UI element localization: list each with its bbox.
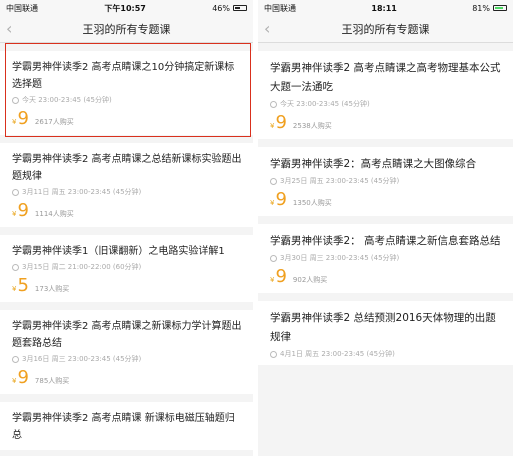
page-title: 王羽的所有专题课 (341, 23, 430, 36)
course-title: 学霸男神伴读季1（旧课翻新）之电路实验详解1 (12, 246, 225, 257)
battery-percent: 81% (472, 3, 490, 13)
course-title: 学霸男神伴读季2 高考点睛课之新课标力学计算题出题套路总结 (12, 321, 242, 349)
course-time: 4月1日 周五 23:00-23:45 (45分钟) (280, 350, 395, 358)
course-card[interactable]: 学霸男神伴读季2：高考点睛课之大图像综合 3月25日 周五 23:00-23:4… (258, 147, 513, 216)
back-chevron-icon[interactable]: ‹ (264, 19, 270, 38)
battery-fill (495, 7, 504, 9)
page-title: 王羽的所有专题课 (82, 23, 171, 36)
course-time: 3月30日 周三 23:00-23:45 (45分钟) (280, 254, 400, 262)
status-bar: 中国联通 18:11 81% (258, 0, 513, 16)
course-card[interactable]: 学霸男神伴读季2： 高考点睛课之新信息套路总结 3月30日 周三 23:00-2… (258, 224, 513, 293)
course-time: 3月11日 周五 23:00-23:45 (45分钟) (22, 188, 142, 196)
course-time: 今天 23:00-23:45 (45分钟) (280, 100, 370, 108)
course-time: 3月25日 周五 23:00-23:45 (45分钟) (280, 177, 400, 185)
yen-icon: ¥ (12, 285, 17, 293)
right-phone-screen: 中国联通 18:11 81% ‹ 王羽的所有专题课 学霸男神伴读季2 高考点睛课… (258, 0, 513, 456)
yen-icon: ¥ (270, 276, 275, 284)
course-price: 9 (275, 266, 287, 287)
course-time: 3月15日 周二 21:00-22:00 (60分钟) (22, 263, 142, 271)
course-title: 学霸男神伴读季2 总结预测2016天体物理的出题规律 (270, 312, 496, 343)
status-time: 下午10:57 (104, 3, 146, 13)
status-bar: 中国联通 下午10:57 46% (0, 0, 253, 16)
back-chevron-icon[interactable]: ‹ (6, 19, 12, 38)
battery-fill (235, 7, 240, 9)
status-time: 18:11 (371, 3, 397, 13)
course-time: 3月16日 周三 23:00-23:45 (45分钟) (22, 355, 142, 363)
course-card[interactable]: 学霸男神伴读季1（旧课翻新）之电路实验详解1 3月15日 周二 21:00-22… (0, 235, 253, 302)
course-title: 学霸男神伴读季2： 高考点睛课之新信息套路总结 (270, 235, 501, 247)
buyer-count: 1114人购买 (34, 210, 74, 218)
course-card[interactable]: 学霸男神伴读季2 高考点睛课之高考物理基本公式大题一法通吃 今天 23:00-2… (258, 51, 513, 139)
course-title: 学霸男神伴读季2：高考点睛课之大图像综合 (270, 158, 477, 170)
clock-icon (270, 350, 277, 358)
buyer-count: 2538人购买 (292, 122, 332, 130)
course-title: 学霸男神伴读季2 高考点睛课之高考物理基本公式大题一法通吃 (270, 62, 501, 93)
clock-icon (270, 254, 277, 262)
buyer-count: 785人购买 (34, 377, 70, 385)
course-card[interactable]: 学霸男神伴读季2 高考点睛课 新课标电磁压轴题归总 (0, 402, 253, 450)
course-price: 9 (17, 200, 29, 221)
highlight-box (5, 43, 251, 137)
course-price: 9 (275, 189, 287, 210)
buyer-count: 173人购买 (34, 285, 70, 293)
yen-icon: ¥ (12, 377, 17, 385)
buyer-count: 1350人购买 (292, 199, 332, 207)
yen-icon: ¥ (270, 122, 275, 130)
battery-icon (493, 5, 507, 11)
left-phone-screen: 中国联通 下午10:57 46% ‹ 王羽的所有专题课 学霸男神伴读季2 高考点… (0, 0, 253, 456)
course-card[interactable]: 学霸男神伴读季2 高考点睛课之新课标力学计算题出题套路总结 3月16日 周三 2… (0, 310, 253, 394)
yen-icon: ¥ (270, 199, 275, 207)
course-title: 学霸男神伴读季2 高考点睛课 新课标电磁压轴题归总 (12, 413, 235, 441)
clock-icon (270, 177, 277, 185)
battery-percent: 46% (212, 3, 230, 13)
course-price: 5 (17, 275, 29, 296)
carrier-label: 中国联通 (264, 3, 296, 13)
clock-icon (12, 263, 19, 271)
course-title: 学霸男神伴读季2 高考点睛课之总结新课标实验题出题规律 (12, 154, 242, 182)
course-card[interactable]: 学霸男神伴读季2 总结预测2016天体物理的出题规律 4月1日 周五 23:00… (258, 301, 513, 365)
buyer-count: 902人购买 (292, 276, 328, 284)
clock-icon (12, 188, 19, 196)
yen-icon: ¥ (12, 210, 17, 218)
carrier-label: 中国联通 (6, 3, 38, 13)
clock-icon (270, 100, 277, 108)
course-card[interactable]: 学霸男神伴读季2 高考点睛课之总结新课标实验题出题规律 3月11日 周五 23:… (0, 143, 253, 227)
clock-icon (12, 355, 19, 363)
nav-bar: ‹ 王羽的所有专题课 (0, 16, 253, 43)
course-price: 9 (275, 112, 287, 133)
nav-bar: ‹ 王羽的所有专题课 (258, 16, 513, 43)
battery-icon (233, 5, 247, 11)
course-price: 9 (17, 367, 29, 388)
